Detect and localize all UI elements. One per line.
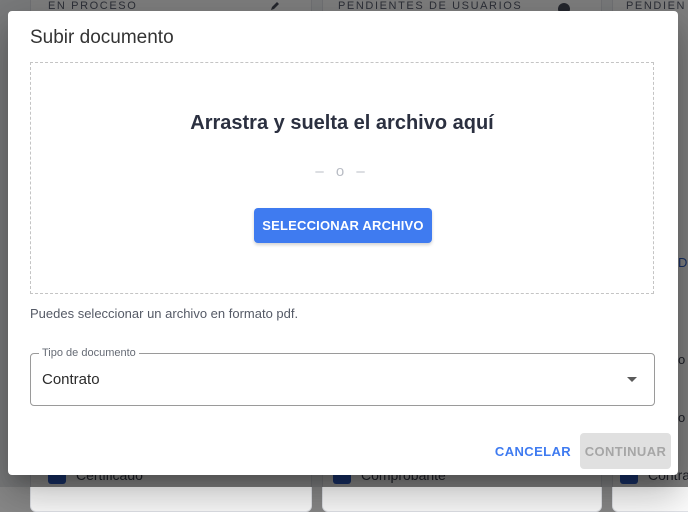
select-file-button[interactable]: SELECCIONAR ARCHIVO: [254, 208, 432, 243]
continue-button[interactable]: CONTINUAR: [580, 433, 671, 469]
document-type-select[interactable]: Tipo de documento Contrato: [30, 346, 655, 406]
upload-dialog: Subir documento Arrastra y suelta el arc…: [8, 11, 678, 475]
dialog-title: Subir documento: [30, 27, 174, 48]
file-dropzone[interactable]: Arrastra y suelta el archivo aquí – o – …: [30, 62, 654, 294]
document-type-label: Tipo de documento: [39, 346, 139, 360]
file-format-hint: Puedes seleccionar un archivo en formato…: [30, 306, 299, 321]
dropzone-separator: – o –: [315, 163, 369, 180]
document-type-value: Contrato: [42, 371, 100, 388]
dropzone-title: Arrastra y suelta el archivo aquí: [190, 112, 494, 134]
chevron-down-icon: [627, 377, 637, 382]
cancel-button[interactable]: CANCELAR: [492, 433, 574, 469]
